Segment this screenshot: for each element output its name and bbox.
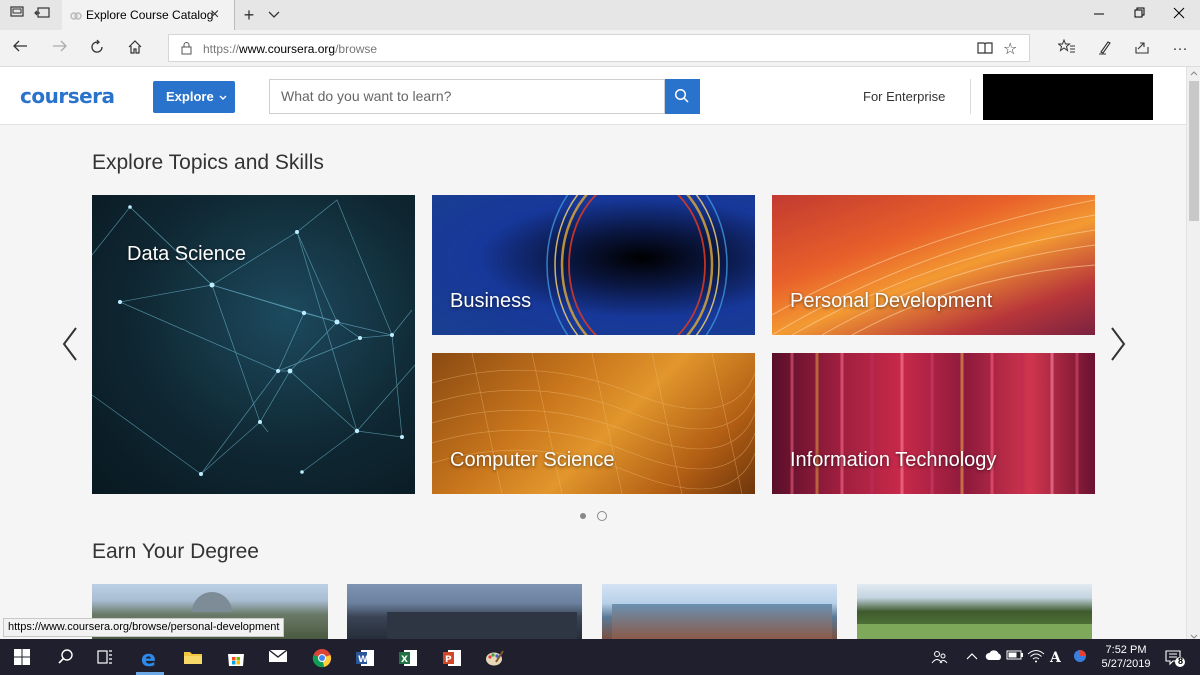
site-header: coursera Explore What do you want to lea… <box>0 67 1186 125</box>
new-tab-icon[interactable]: + <box>240 6 258 24</box>
carousel-dot-2[interactable] <box>597 511 607 521</box>
carousel-next-arrow-icon[interactable] <box>1102 324 1132 364</box>
forward-icon[interactable] <box>50 39 70 59</box>
chevron-down-icon <box>219 81 227 113</box>
topic-card-personal-development[interactable]: Personal Development <box>772 195 1095 335</box>
search-placeholder: What do you want to learn? <box>281 88 452 104</box>
taskbar-clock[interactable]: 7:52 PM 5/27/2019 <box>1098 643 1154 671</box>
set-aside-tabs-icon[interactable] <box>33 6 51 24</box>
topics-section-title: Explore Topics and Skills <box>92 151 324 174</box>
topic-card-business[interactable]: Business <box>432 195 755 335</box>
for-enterprise-link[interactable]: For Enterprise <box>863 89 945 104</box>
scrollbar-thumb[interactable] <box>1189 81 1199 221</box>
svg-text:P: P <box>445 655 452 665</box>
search-input[interactable]: What do you want to learn? <box>269 79 665 114</box>
degree-card-2[interactable] <box>347 584 582 639</box>
page-scrollbar[interactable] <box>1186 67 1200 639</box>
onedrive-cloud-icon[interactable] <box>985 648 1005 668</box>
svg-text:e: e <box>141 648 156 670</box>
action-center-notifications-icon[interactable]: 8 <box>1164 648 1185 668</box>
coursera-logo[interactable]: coursera <box>20 84 115 108</box>
tab-favicon-icon <box>70 9 82 21</box>
card-label-data-science: Data Science <box>127 243 246 265</box>
clock-time: 7:52 PM <box>1105 644 1147 656</box>
people-icon[interactable] <box>931 648 951 668</box>
light-swirl-graphic <box>546 195 728 335</box>
chrome-icon[interactable] <box>312 648 332 668</box>
tab-overview-icon[interactable] <box>8 6 26 24</box>
degree-card-4[interactable] <box>857 584 1092 639</box>
header-divider <box>970 79 971 114</box>
tab-list-chevron-down-icon[interactable] <box>265 6 283 24</box>
windows-taskbar: e W X P A 7:52 PM 5/27/2019 8 <box>0 639 1200 675</box>
search-icon <box>674 88 690 109</box>
input-language-icon[interactable]: A <box>1049 648 1069 668</box>
vertical-bars-graphic <box>790 353 1079 494</box>
edge-browser-icon[interactable]: e <box>139 647 159 672</box>
degree-section-title: Earn Your Degree <box>92 540 259 563</box>
topic-card-computer-science[interactable]: Computer Science <box>432 353 755 494</box>
lock-icon <box>181 41 193 55</box>
carousel-prev-arrow-icon[interactable] <box>56 324 86 364</box>
degree-card-3[interactable] <box>602 584 837 639</box>
card-label-business: Business <box>450 290 532 312</box>
share-icon[interactable] <box>1132 39 1152 59</box>
restore-icon[interactable] <box>1131 6 1149 24</box>
refresh-icon[interactable] <box>87 39 107 59</box>
microsoft-store-icon[interactable] <box>226 648 246 668</box>
wifi-icon[interactable] <box>1027 648 1047 668</box>
tray-app-icon[interactable] <box>1072 648 1092 668</box>
card-label-information-technology: Information Technology <box>790 449 997 471</box>
file-explorer-icon[interactable] <box>183 648 203 668</box>
more-actions-icon[interactable]: ··· <box>1170 39 1190 59</box>
svg-text:A: A <box>1049 650 1062 664</box>
mail-icon[interactable] <box>268 648 288 668</box>
mesh-texture-graphic <box>432 353 755 494</box>
browser-title-bar: Explore Course Catalog × + <box>0 0 1200 30</box>
clock-date: 5/27/2019 <box>1101 658 1151 670</box>
minimize-icon[interactable] <box>1090 6 1108 24</box>
address-url: https://www.coursera.org/browse <box>203 42 378 56</box>
status-url-tooltip: https://www.coursera.org/browse/personal… <box>3 618 285 637</box>
task-view-icon[interactable] <box>96 648 116 668</box>
favorite-star-icon[interactable]: ☆ <box>1003 39 1017 59</box>
topic-card-information-technology[interactable]: Information Technology <box>772 353 1095 494</box>
home-icon[interactable] <box>125 39 145 59</box>
card-label-personal-development: Personal Development <box>790 290 993 312</box>
close-window-icon[interactable] <box>1170 6 1188 24</box>
show-hidden-icons-chevron-up-icon[interactable] <box>966 648 986 668</box>
card-label-computer-science: Computer Science <box>450 449 615 471</box>
search-button[interactable] <box>665 79 700 114</box>
excel-icon[interactable]: X <box>398 648 418 668</box>
paint-app-icon[interactable] <box>484 648 504 668</box>
notification-count-badge: 8 <box>1177 656 1183 666</box>
explore-button[interactable]: Explore <box>153 81 235 113</box>
taskbar-search-icon[interactable] <box>57 648 77 668</box>
windows-start-icon[interactable] <box>13 648 33 668</box>
carousel-dot-1[interactable] <box>580 513 586 519</box>
word-icon[interactable]: W <box>355 648 375 668</box>
light-streaks-graphic <box>772 199 1095 335</box>
back-icon[interactable] <box>10 39 30 59</box>
redacted-account-area <box>983 74 1153 120</box>
web-note-pen-icon[interactable] <box>1095 39 1115 59</box>
network-graphic <box>92 199 415 476</box>
svg-text:W: W <box>358 655 368 665</box>
tab-explore-course-catalog[interactable]: Explore Course Catalog × <box>62 0 234 30</box>
favorites-hub-icon[interactable] <box>1057 38 1077 59</box>
powerpoint-icon[interactable]: P <box>442 648 462 668</box>
battery-icon[interactable] <box>1006 648 1026 668</box>
reading-view-icon[interactable] <box>977 41 993 60</box>
close-tab-icon[interactable]: × <box>210 6 219 24</box>
address-bar[interactable]: https://www.coursera.org/browse ☆ <box>168 34 1030 62</box>
topic-card-data-science[interactable]: Data Science <box>92 195 415 494</box>
tab-title: Explore Course Catalog <box>86 8 214 22</box>
browser-toolbar: https://www.coursera.org/browse ☆ ··· <box>0 30 1200 67</box>
scroll-up-icon[interactable] <box>1190 69 1198 78</box>
explore-button-label: Explore <box>166 89 214 104</box>
svg-text:X: X <box>401 655 408 665</box>
